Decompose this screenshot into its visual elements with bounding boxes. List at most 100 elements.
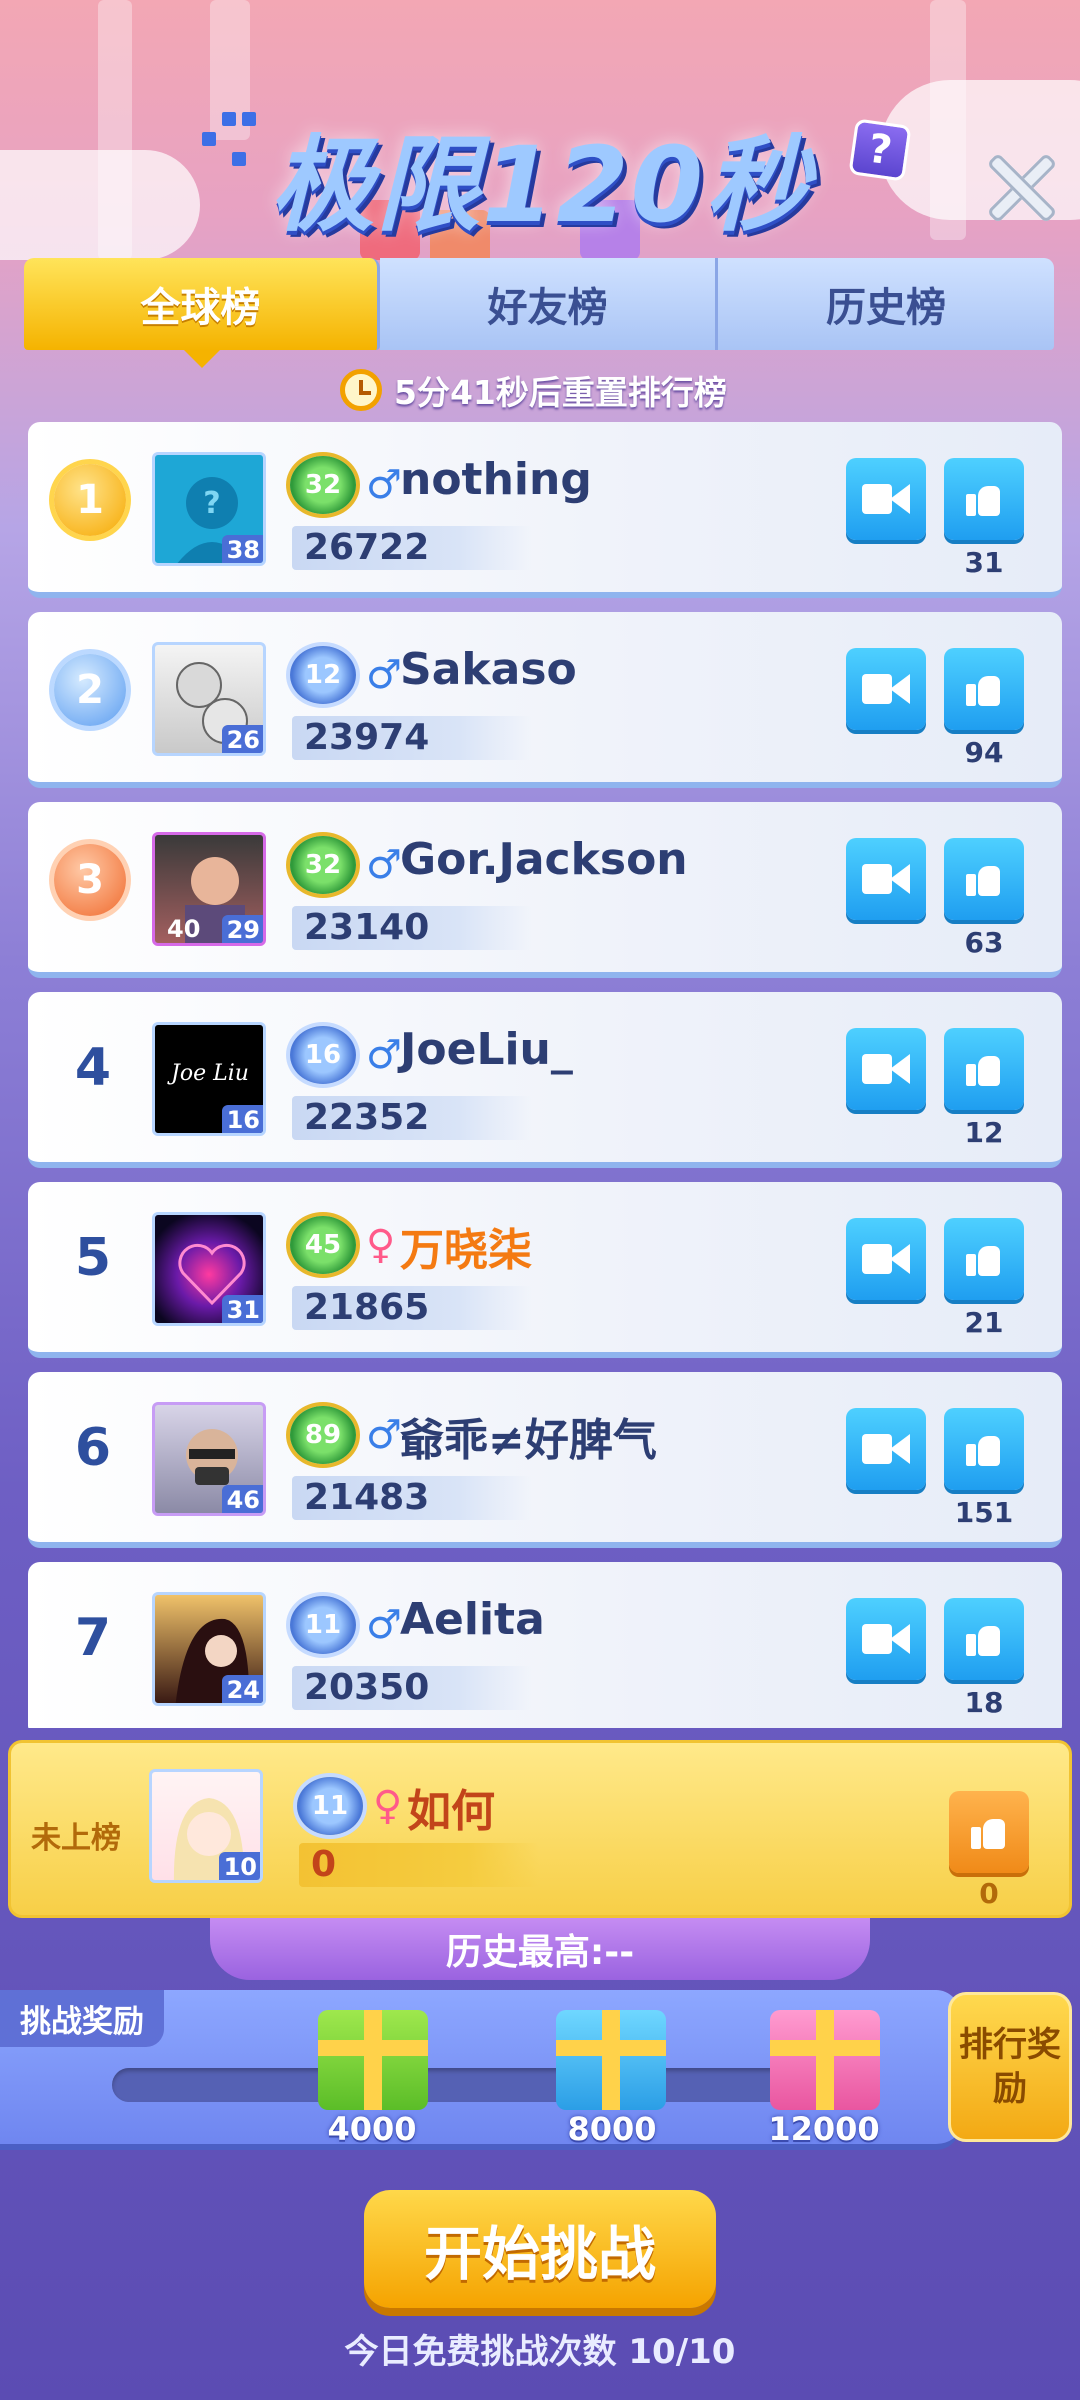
history-best-banner: 历史最高:-- — [210, 1918, 870, 1980]
level-badge: 89 — [290, 1406, 356, 1464]
like-button[interactable] — [944, 1408, 1024, 1490]
gift-box-icon[interactable] — [556, 2010, 666, 2110]
avatar[interactable]: 46 — [152, 1402, 266, 1516]
player-score: 23974 — [304, 717, 430, 758]
player-score: 22352 — [304, 1097, 430, 1138]
start-challenge-button[interactable]: 开始挑战 — [364, 2190, 716, 2308]
alarm-clock-icon — [340, 369, 382, 411]
tab-friends[interactable]: 好友榜 — [380, 258, 718, 350]
leaderboard-list[interactable]: 1 ? 38 32 ♂ nothing 26722 31 2 26 12 ♂ S… — [28, 422, 1062, 1728]
like-button[interactable] — [944, 1218, 1024, 1300]
thumbs-up-icon — [966, 1432, 1000, 1466]
male-icon: ♂ — [366, 842, 402, 888]
gift-box-icon[interactable] — [770, 2010, 880, 2110]
player-name: JoeLiu_ — [400, 1024, 573, 1075]
avatar-level: 46 — [221, 1485, 263, 1513]
leaderboard-row[interactable]: 5 31 45 ♀ 万晓柒 21865 21 — [28, 1182, 1062, 1358]
reward-threshold: 8000 — [567, 2110, 657, 2148]
female-icon: ♀ — [366, 1222, 396, 1268]
rank-number: 6 — [74, 1418, 112, 1478]
level-badge: 12 — [290, 646, 356, 704]
avatar[interactable]: 40 29 — [152, 832, 266, 946]
like-count: 12 — [964, 1116, 1004, 1149]
thumbs-up-icon — [966, 862, 1000, 896]
like-count: 21 — [964, 1306, 1004, 1339]
like-button[interactable] — [944, 458, 1024, 540]
male-icon: ♂ — [366, 1412, 402, 1458]
thumbs-up-icon — [966, 1052, 1000, 1086]
rank-number: 4 — [74, 1038, 112, 1098]
reset-notice: 5分41秒后重置排行榜 — [340, 364, 727, 416]
leaderboard-row[interactable]: 4 Joe Liu 16 16 ♂ JoeLiu_ 22352 12 — [28, 992, 1062, 1168]
level-badge: 11 — [297, 1777, 363, 1835]
my-name: 如何 — [407, 1786, 495, 1837]
rank-number: 7 — [74, 1608, 112, 1668]
tab-history[interactable]: 历史榜 — [718, 258, 1054, 350]
like-button[interactable] — [944, 648, 1024, 730]
close-icon[interactable] — [980, 146, 1060, 226]
level-badge: 32 — [290, 456, 356, 514]
like-button[interactable] — [944, 838, 1024, 920]
leaderboard-row[interactable]: 6 46 89 ♂ 爺乖≠好脾气 21483 151 — [28, 1372, 1062, 1548]
reward-progress-track — [112, 2068, 812, 2102]
avatar-level: 26 — [221, 725, 263, 753]
replay-video-button[interactable] — [846, 1408, 926, 1490]
avatar[interactable]: Joe Liu 16 — [152, 1022, 266, 1136]
leaderboard-row[interactable]: 3 40 29 32 ♂ Gor.Jackson 23140 63 — [28, 802, 1062, 978]
challenge-reward-panel: 挑战奖励 4000 8000 12000 — [0, 1990, 960, 2150]
reward-threshold: 4000 — [327, 2110, 417, 2148]
avatar-level: 31 — [221, 1295, 263, 1323]
like-count: 63 — [964, 926, 1004, 959]
replay-video-button[interactable] — [846, 1218, 926, 1300]
leaderboard-tabs: 全球榜 好友榜 历史榜 — [24, 258, 1054, 368]
thumbs-up-icon — [971, 1815, 1005, 1849]
my-rank-label: 未上榜 — [31, 1821, 121, 1856]
reward-threshold: 12000 — [768, 2110, 880, 2148]
tab-global[interactable]: 全球榜 — [24, 258, 380, 368]
avatar-frame-level: 40 — [167, 915, 201, 943]
reward-title: 挑战奖励 — [0, 1990, 164, 2047]
like-count: 31 — [964, 546, 1004, 579]
my-rank-row[interactable]: 未上榜 10 11 ♀ 如何 0 0 — [8, 1740, 1072, 1918]
thumbs-up-icon — [966, 672, 1000, 706]
reset-notice-text: 5分41秒后重置排行榜 — [394, 373, 727, 412]
gold-medal-icon: 1 — [54, 464, 126, 536]
player-score: 23140 — [304, 907, 430, 948]
player-name: Aelita — [400, 1594, 545, 1645]
rank-reward-button[interactable]: 排行奖励 — [948, 1992, 1072, 2142]
title-text: 极限120秒 — [270, 124, 812, 246]
player-name: Sakaso — [400, 644, 577, 695]
replay-video-button[interactable] — [846, 838, 926, 920]
leaderboard-row[interactable]: 7 24 11 ♂ Aelita 20350 18 — [28, 1562, 1062, 1728]
leaderboard-row[interactable]: 1 ? 38 32 ♂ nothing 26722 31 — [28, 422, 1062, 598]
avatar[interactable]: 10 — [149, 1769, 263, 1883]
player-name: Gor.Jackson — [400, 834, 688, 885]
male-icon: ♂ — [366, 652, 402, 698]
replay-video-button[interactable] — [846, 648, 926, 730]
game-title: 极限120秒 — [190, 100, 910, 250]
player-name: 爺乖≠好脾气 — [400, 1415, 657, 1466]
male-icon: ♂ — [366, 1602, 402, 1648]
level-badge: 11 — [290, 1596, 356, 1654]
like-button[interactable] — [944, 1028, 1024, 1110]
svg-text:?: ? — [203, 486, 220, 521]
replay-video-button[interactable] — [846, 458, 926, 540]
avatar[interactable]: 31 — [152, 1212, 266, 1326]
help-button[interactable]: ? — [848, 118, 912, 182]
like-button[interactable] — [944, 1598, 1024, 1680]
like-count: 94 — [964, 736, 1004, 769]
avatar[interactable]: ? 38 — [152, 452, 266, 566]
thumbs-up-icon — [966, 482, 1000, 516]
replay-video-button[interactable] — [846, 1028, 926, 1110]
level-badge: 16 — [290, 1026, 356, 1084]
my-like-button[interactable] — [949, 1791, 1029, 1873]
rank-number: 5 — [74, 1228, 112, 1288]
replay-video-button[interactable] — [846, 1598, 926, 1680]
gift-box-icon[interactable] — [318, 2010, 428, 2110]
avatar[interactable]: 26 — [152, 642, 266, 756]
avatar-level: 38 — [221, 535, 263, 563]
my-like-count: 0 — [979, 1877, 999, 1910]
leaderboard-row[interactable]: 2 26 12 ♂ Sakaso 23974 94 — [28, 612, 1062, 788]
avatar[interactable]: 24 — [152, 1592, 266, 1706]
level-badge: 32 — [290, 836, 356, 894]
